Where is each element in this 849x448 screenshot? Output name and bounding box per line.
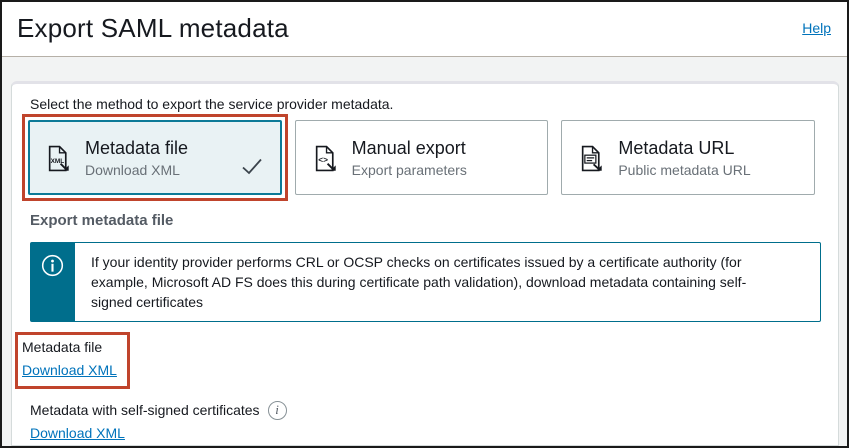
download-label: Metadata with self-signed certificates xyxy=(30,401,260,420)
info-banner: If your identity provider performs CRL o… xyxy=(30,242,821,322)
dialog-header: Export SAML metadata Help xyxy=(2,2,847,57)
content-panel: Select the method to export the service … xyxy=(11,81,839,446)
help-link[interactable]: Help xyxy=(802,20,831,36)
info-icon xyxy=(40,253,65,283)
info-banner-text: If your identity provider performs CRL o… xyxy=(75,242,821,322)
download-xml-link[interactable]: Download XML xyxy=(22,361,117,380)
page-title: Export SAML metadata xyxy=(17,13,289,44)
code-file-icon: <> xyxy=(312,145,339,177)
annotation-box-download: Metadata file Download XML xyxy=(15,332,130,389)
info-tooltip-icon[interactable]: i xyxy=(268,401,287,420)
document-lines-icon xyxy=(578,145,605,177)
svg-text:<>: <> xyxy=(318,154,328,164)
dialog-body: Select the method to export the service … xyxy=(2,57,847,446)
method-card-manual-export[interactable]: <> Manual export Export parameters xyxy=(295,120,549,195)
selected-check-icon xyxy=(241,158,263,180)
card-text: Manual export Export parameters xyxy=(352,137,467,180)
info-banner-strip xyxy=(30,242,75,322)
download-xml-self-signed-link[interactable]: Download XML xyxy=(30,424,125,443)
self-signed-download-group: Metadata with self-signed certificates i… xyxy=(30,401,821,443)
card-subtitle: Download XML xyxy=(85,161,188,180)
export-saml-metadata-dialog: Export SAML metadata Help Select the met… xyxy=(0,0,849,448)
annotation-box-metadata-file: XML Metadata file Download XML xyxy=(22,114,288,201)
card-subtitle: Export parameters xyxy=(352,161,467,180)
method-card-metadata-url[interactable]: Metadata URL Public metadata URL xyxy=(561,120,815,195)
card-text: Metadata file Download XML xyxy=(85,137,188,180)
card-title: Metadata URL xyxy=(618,137,750,159)
section-heading: Export metadata file xyxy=(30,212,821,229)
method-cards-row: XML Metadata file Download XML xyxy=(22,114,821,201)
card-text: Metadata URL Public metadata URL xyxy=(618,137,750,180)
card-title: Manual export xyxy=(352,137,467,159)
xml-file-icon: XML xyxy=(45,145,72,177)
card-title: Metadata file xyxy=(85,137,188,159)
card-wrap-metadata-url: Metadata URL Public metadata URL xyxy=(555,114,821,201)
card-wrap-manual-export: <> Manual export Export parameters xyxy=(289,114,555,201)
method-card-metadata-file[interactable]: XML Metadata file Download XML xyxy=(28,120,282,195)
intro-text: Select the method to export the service … xyxy=(30,96,821,112)
card-subtitle: Public metadata URL xyxy=(618,161,750,180)
download-label: Metadata file xyxy=(22,338,117,357)
